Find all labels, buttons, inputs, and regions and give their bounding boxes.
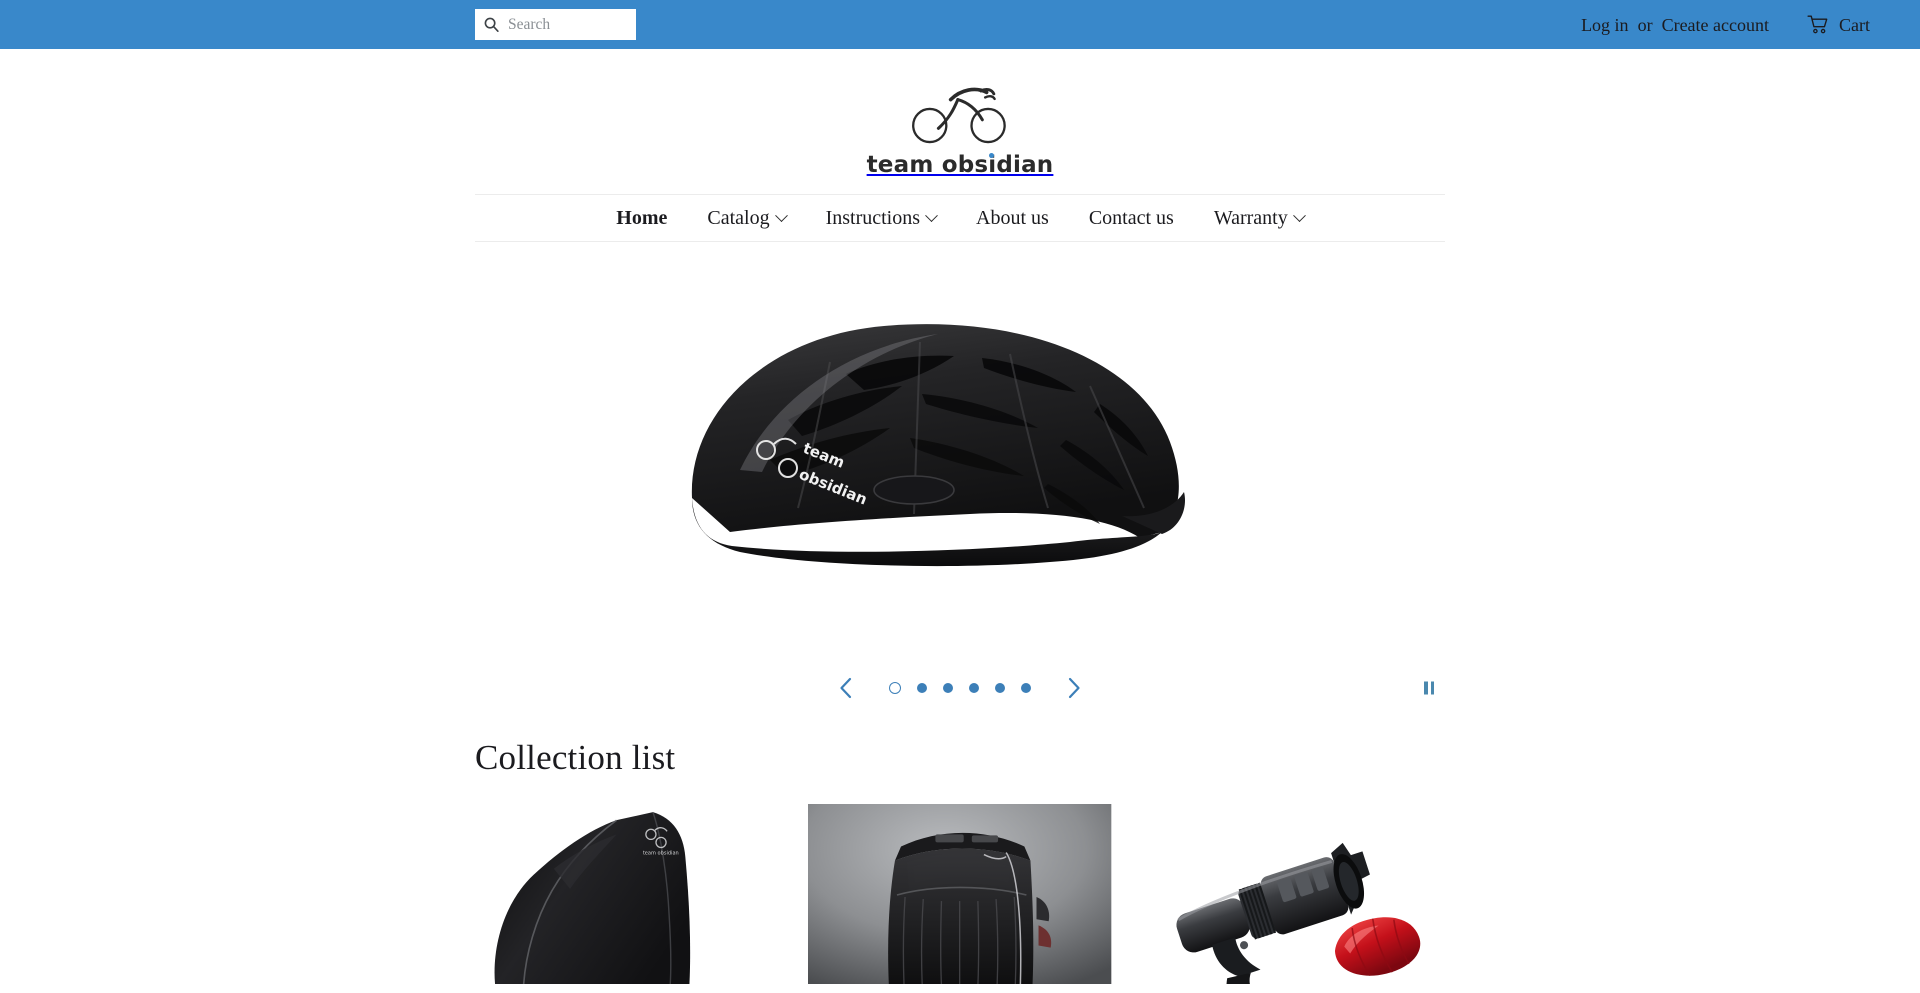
account-links: Log in or Create account Cart xyxy=(1581,0,1920,49)
pause-icon-bar-left xyxy=(1424,681,1428,695)
nav-item-contact-us[interactable]: Contact us xyxy=(1069,207,1194,230)
top-utility-bar: Log in or Create account Cart xyxy=(0,0,1920,49)
slideshow-dot-2[interactable] xyxy=(917,683,927,693)
page-container: team obsidian Home Catalog Instructions … xyxy=(475,49,1445,984)
cyclist-bicycle-logo-icon xyxy=(912,87,1006,143)
collection-list-heading: Collection list xyxy=(475,738,676,777)
cart-label: Cart xyxy=(1839,14,1870,35)
chevron-left-icon xyxy=(840,677,852,699)
slideshow-dot-4[interactable] xyxy=(969,683,979,693)
nav-item-warranty[interactable]: Warranty xyxy=(1194,207,1324,230)
nav-label: Catalog xyxy=(707,206,770,229)
main-navigation: Home Catalog Instructions About us Conta… xyxy=(475,194,1445,242)
slideshow-dots xyxy=(881,682,1039,694)
slideshow-dot-6[interactable] xyxy=(1021,683,1031,693)
nav-label: About us xyxy=(976,206,1049,229)
log-in-link[interactable]: Log in xyxy=(1581,16,1629,34)
slideshow-next-button[interactable] xyxy=(1057,671,1091,705)
logo-accent-dot xyxy=(988,152,994,158)
nav-label: Warranty xyxy=(1213,206,1288,229)
slideshow-dot-5[interactable] xyxy=(995,683,1005,693)
search-icon[interactable] xyxy=(483,16,500,33)
account-or-separator: or xyxy=(1637,14,1653,35)
pause-icon-bar-right xyxy=(1430,681,1434,695)
slideshow-dot-3[interactable] xyxy=(943,683,953,693)
collection-card-trailer-cover[interactable] xyxy=(808,804,1112,984)
search-form[interactable] xyxy=(475,9,636,40)
shopping-cart-icon xyxy=(1807,15,1828,34)
logo-wordmark: team obsidian xyxy=(866,151,1054,178)
nav-item-home[interactable]: Home xyxy=(596,207,687,230)
chevron-down-icon xyxy=(925,208,938,222)
bicycle-cover-image: team obsidian xyxy=(475,804,779,984)
bike-headlight-and-taillight-image xyxy=(1141,804,1445,984)
bicycle-helmet-image: team obsidian xyxy=(691,324,1186,567)
create-account-link[interactable]: Create account xyxy=(1662,16,1769,34)
collection-grid: team obsidian xyxy=(475,804,1445,984)
hero-slideshow: team obsidian xyxy=(475,242,1445,662)
search-input[interactable] xyxy=(508,9,628,40)
site-logo[interactable]: team obsidian xyxy=(475,49,1445,194)
nav-label: Instructions xyxy=(825,206,921,229)
slideshow-controls xyxy=(475,662,1445,714)
chevron-right-icon xyxy=(1068,677,1080,699)
bike-trailer-rain-cover-image xyxy=(808,804,1112,984)
slideshow-dot-1[interactable] xyxy=(889,682,901,694)
hero-slide[interactable]: team obsidian xyxy=(475,242,1445,662)
cart-link[interactable]: Cart xyxy=(1807,15,1870,34)
nav-label: Home xyxy=(616,206,668,229)
nav-label: Contact us xyxy=(1088,206,1174,229)
nav-item-instructions[interactable]: Instructions xyxy=(806,207,956,230)
slideshow-pause-button[interactable] xyxy=(1418,676,1440,701)
nav-item-catalog[interactable]: Catalog xyxy=(687,207,805,230)
collection-card-bike-light-set[interactable] xyxy=(1141,804,1445,984)
chevron-down-icon xyxy=(1292,208,1306,222)
slideshow-prev-button[interactable] xyxy=(829,671,863,705)
svg-text:team obsidian: team obsidian xyxy=(643,851,679,857)
nav-item-about-us[interactable]: About us xyxy=(956,207,1069,230)
collection-card-bike-cover[interactable]: team obsidian xyxy=(475,804,779,984)
chevron-down-icon xyxy=(774,208,788,222)
